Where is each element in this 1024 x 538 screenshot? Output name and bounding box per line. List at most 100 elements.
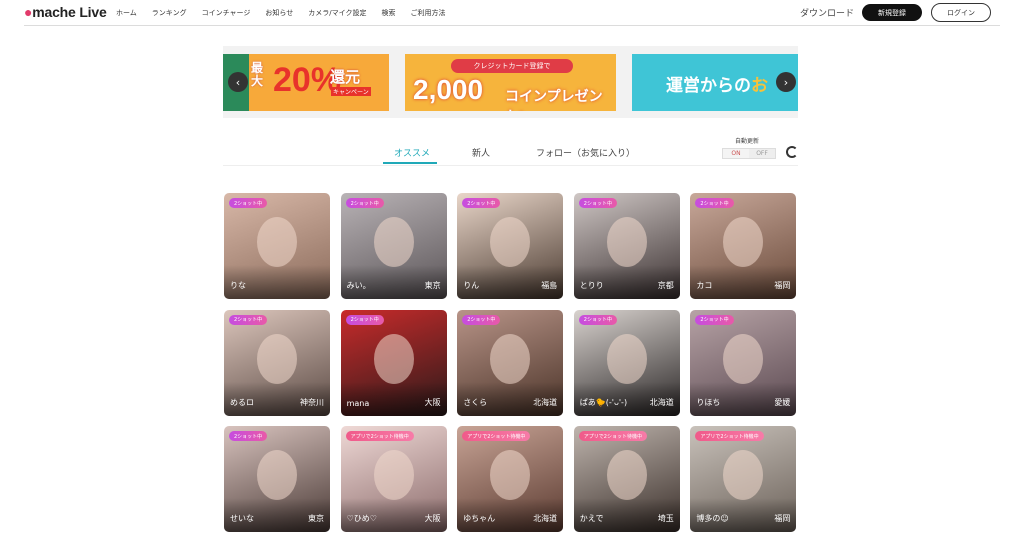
broadcaster-area: 北海道 bbox=[649, 397, 674, 407]
broadcaster-name: りな bbox=[230, 281, 246, 290]
broadcaster-card[interactable]: アプリで2ショット待機中 ゆちゃん 北海道 bbox=[457, 426, 564, 533]
broadcaster-card[interactable]: 2ショット中 りほち 愛媛 bbox=[690, 309, 797, 416]
broadcaster-card[interactable]: 2ショット中 とりり 京都 bbox=[573, 193, 680, 299]
broadcaster-card[interactable]: アプリで2ショット待機中 かえで 埼玉 bbox=[573, 426, 680, 533]
status-badge: 2ショット中 bbox=[578, 198, 617, 208]
broadcaster-area: 大阪 bbox=[424, 397, 441, 407]
broadcaster-card[interactable]: 2ショット中 りな bbox=[224, 193, 330, 299]
banner-carousel: 最大 20% 還元 キャンペーン クレジットカード登録で 2,000 コインプレ… bbox=[223, 46, 798, 118]
status-badge: 2ショット中 bbox=[345, 314, 384, 325]
broadcaster-card[interactable]: 2ショット中ぱあ🐤(-'ᴗ'-) 北海道 bbox=[573, 309, 680, 416]
broadcaster-name: さくら bbox=[463, 397, 488, 407]
tab-bar: オススメ 新人 フォロー（お気に入り） bbox=[360, 140, 635, 166]
broadcaster-card[interactable]: 2ショット中 みい。 東京 bbox=[340, 193, 447, 299]
status-badge: アプリで2ショット待機中 bbox=[462, 431, 531, 442]
nav-camera-mic[interactable]: カメラ/マイク設定 bbox=[308, 8, 366, 18]
nav-coin-charge[interactable]: コインチャージ bbox=[202, 8, 251, 18]
broadcaster-name: かえで bbox=[579, 514, 604, 524]
broadcaster-name: みい。 bbox=[346, 281, 371, 290]
status-badge: 2ショット中 bbox=[345, 198, 384, 208]
photo-face bbox=[490, 333, 531, 384]
photo-face bbox=[606, 450, 647, 501]
toggle-off[interactable]: OFF bbox=[749, 149, 775, 158]
photo-face bbox=[373, 217, 414, 267]
broadcaster-name: 博多の☺ bbox=[696, 514, 729, 524]
status-badge: 2ショット中 bbox=[462, 314, 501, 325]
chevron-right-icon[interactable]: › bbox=[776, 72, 796, 92]
status-badge: アプリで2ショット待機中 bbox=[578, 431, 647, 442]
broadcaster-area: 北海道 bbox=[533, 514, 558, 524]
broadcaster-card[interactable]: 2ショット中 りん 福島 bbox=[457, 193, 564, 299]
broadcaster-area: 福岡 bbox=[774, 514, 791, 524]
broadcaster-area: 東京 bbox=[308, 514, 324, 524]
status-badge: 2ショット中 bbox=[462, 198, 501, 208]
broadcaster-name: りん bbox=[463, 281, 480, 290]
header: ●mache Live ホーム ランキング コインチャージ お知らせ カメラ/マ… bbox=[0, 0, 1024, 26]
banner1-prefix: 最大 bbox=[251, 61, 264, 88]
broadcaster-card[interactable]: アプリで2ショット待機中 博多の☺ 福岡 bbox=[690, 426, 797, 533]
banner2-pill: クレジットカード登録で bbox=[451, 59, 573, 73]
broadcaster-area: 福島 bbox=[541, 281, 558, 290]
broadcaster-name: ゆちゃん bbox=[463, 514, 496, 524]
tab-follow[interactable]: フォロー（お気に入り） bbox=[536, 146, 635, 159]
status-badge: 2ショット中 bbox=[578, 314, 617, 325]
banner1-sub: 還元 bbox=[330, 69, 361, 86]
nav-notice[interactable]: お知らせ bbox=[265, 8, 293, 18]
nav-ranking[interactable]: ランキング bbox=[152, 8, 187, 18]
banner-notice[interactable]: 運営からのお bbox=[632, 54, 798, 111]
toggle-on[interactable]: ON bbox=[723, 149, 749, 158]
nav-home[interactable]: ホーム bbox=[116, 8, 137, 18]
banner2-sub: コインプレゼント! bbox=[505, 88, 603, 111]
broadcaster-card[interactable]: 2ショット中 めるロ 神奈川 bbox=[224, 309, 330, 416]
banner2-amount: 2,000 bbox=[413, 74, 484, 105]
photo-face bbox=[490, 217, 531, 267]
main-nav: ホーム ランキング コインチャージ お知らせ カメラ/マイク設定 検索 ご利用方… bbox=[116, 8, 460, 18]
download-link[interactable]: ダウンロード bbox=[800, 6, 854, 19]
status-badge: 2ショット中 bbox=[229, 431, 268, 442]
broadcaster-area: 福岡 bbox=[774, 281, 791, 290]
broadcaster-card[interactable]: 2ショット中 mana 大阪 bbox=[340, 309, 447, 416]
broadcaster-card[interactable]: 2ショット中 さくら 北海道 bbox=[457, 309, 564, 416]
broadcaster-card[interactable]: 2ショット中 カコ 福岡 bbox=[690, 193, 797, 299]
broadcaster-area: 愛媛 bbox=[774, 397, 791, 407]
status-badge: 2ショット中 bbox=[695, 198, 734, 208]
status-badge: 2ショット中 bbox=[229, 198, 268, 208]
auto-update-toggle[interactable]: ON OFF bbox=[722, 148, 776, 159]
nav-howto[interactable]: ご利用方法 bbox=[410, 8, 445, 18]
chevron-left-icon[interactable]: ‹ bbox=[228, 72, 248, 92]
status-badge: アプリで2ショット待機中 bbox=[695, 431, 764, 442]
broadcaster-name: ♡ひめ♡ bbox=[346, 514, 377, 524]
tab-new[interactable]: 新人 bbox=[472, 146, 490, 159]
broadcaster-name: mana bbox=[346, 398, 370, 408]
tab-underline bbox=[383, 162, 437, 164]
tab-divider bbox=[223, 165, 798, 166]
status-badge: 2ショット中 bbox=[229, 314, 268, 325]
broadcaster-name: ぱあ🐤(-'ᴗ'-) bbox=[579, 397, 628, 407]
photo-face bbox=[373, 333, 414, 384]
banner1-tag: キャンペーン bbox=[331, 87, 371, 96]
logo[interactable]: ●mache Live bbox=[24, 4, 107, 20]
broadcaster-area: 大阪 bbox=[424, 514, 441, 524]
broadcaster-area: 東京 bbox=[424, 281, 441, 290]
nav-search[interactable]: 検索 bbox=[381, 8, 395, 18]
photo-face bbox=[606, 333, 647, 384]
broadcaster-name: めるロ bbox=[230, 397, 254, 407]
signup-button[interactable]: 新規登録 bbox=[862, 4, 922, 21]
refresh-icon[interactable] bbox=[786, 146, 798, 158]
broadcaster-name: とりり bbox=[579, 281, 604, 290]
header-divider bbox=[24, 25, 1000, 26]
broadcaster-name: りほち bbox=[696, 397, 721, 407]
broadcaster-area: 神奈川 bbox=[300, 397, 324, 407]
auto-update-label: 自動更新 bbox=[735, 138, 760, 145]
tab-recommended[interactable]: オススメ bbox=[394, 146, 430, 159]
status-badge: アプリで2ショット待機中 bbox=[345, 431, 414, 442]
photo-face bbox=[723, 333, 764, 384]
photo-face bbox=[606, 217, 647, 267]
status-badge: 2ショット中 bbox=[695, 314, 734, 325]
broadcaster-area: 京都 bbox=[657, 281, 674, 290]
broadcaster-card[interactable]: 2ショット中 せいな 東京 bbox=[224, 426, 330, 533]
login-button[interactable]: ログイン bbox=[931, 3, 991, 22]
broadcaster-area: 埼玉 bbox=[657, 514, 674, 524]
broadcaster-card[interactable]: アプリで2ショット待機中 ♡ひめ♡ 大阪 bbox=[340, 426, 447, 533]
banner-credit[interactable]: クレジットカード登録で 2,000 コインプレゼント! bbox=[405, 54, 616, 111]
